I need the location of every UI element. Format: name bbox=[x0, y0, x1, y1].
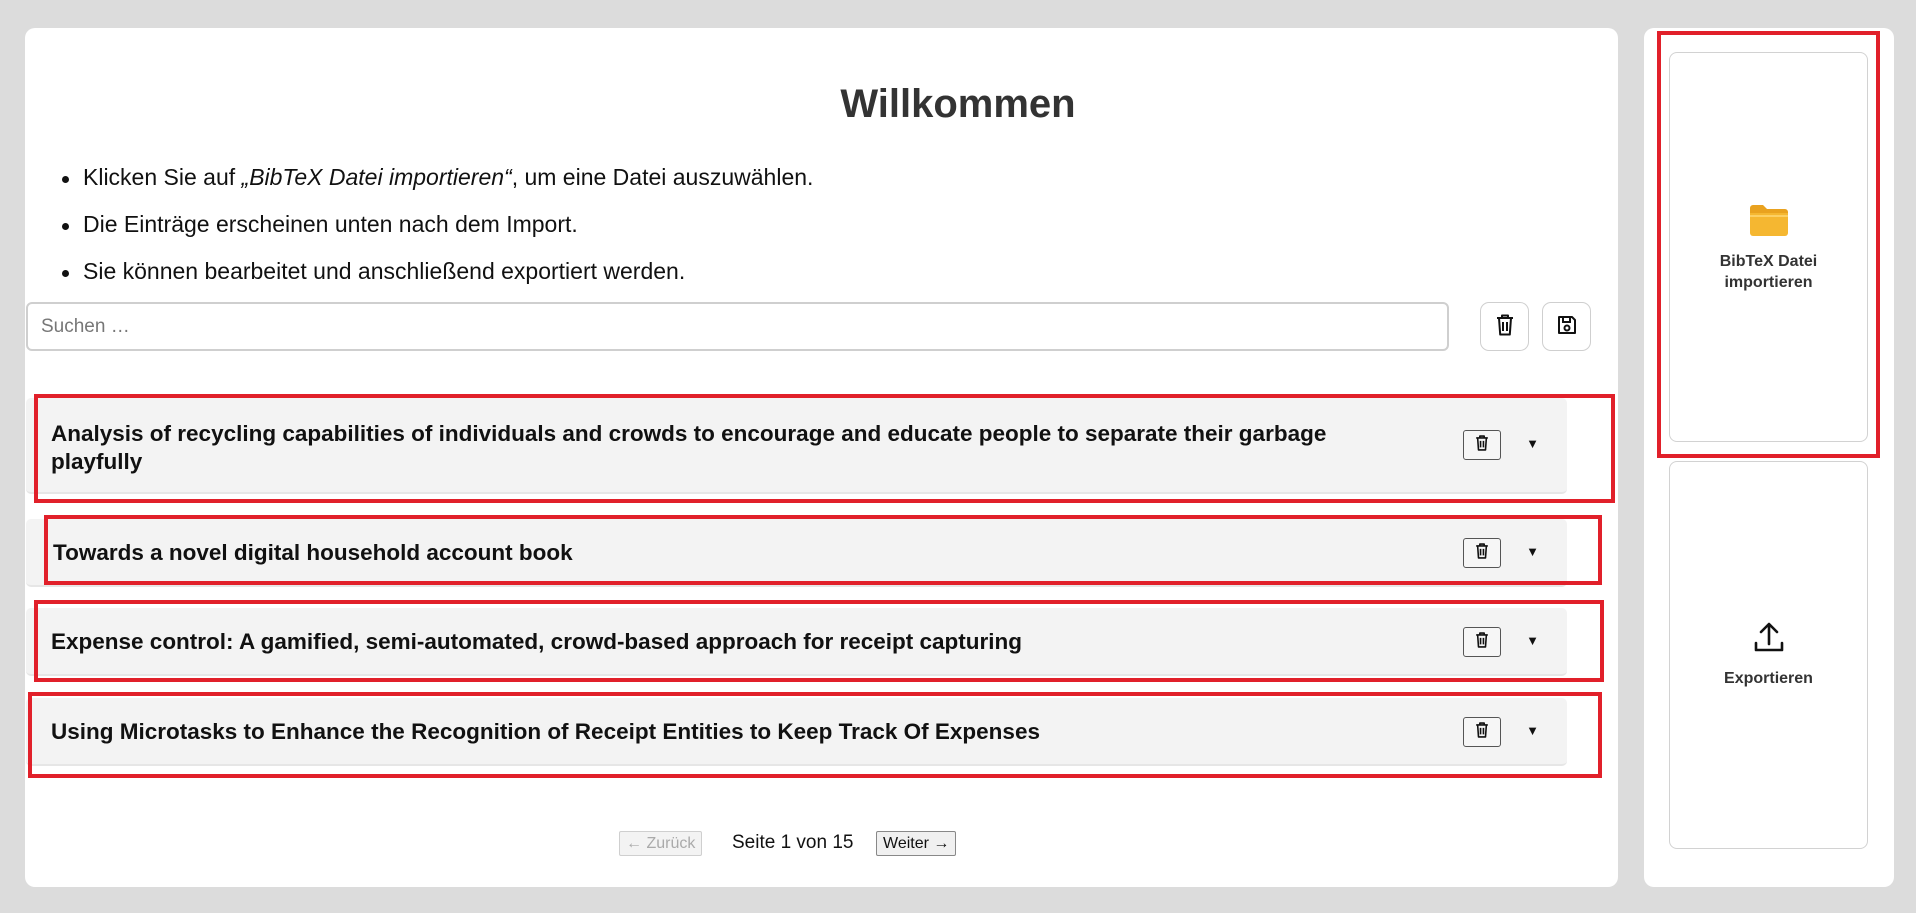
trash-icon bbox=[1474, 721, 1490, 744]
entry-delete-button[interactable] bbox=[1463, 627, 1501, 657]
page-info: Seite 1 von 15 bbox=[732, 832, 854, 853]
trash-icon bbox=[1494, 313, 1516, 340]
entry-item[interactable]: Analysis of recycling capabilities of in… bbox=[26, 398, 1567, 494]
expand-caret-icon[interactable]: ▼ bbox=[1526, 544, 1539, 559]
floppy-disk-icon bbox=[1556, 314, 1578, 339]
entry-title: Using Microtasks to Enhance the Recognit… bbox=[51, 719, 1040, 744]
instruction-item: Die Einträge erscheinen unten nach dem I… bbox=[57, 211, 813, 238]
export-button[interactable]: Exportieren bbox=[1669, 461, 1868, 849]
trash-icon bbox=[1474, 434, 1490, 457]
entry-delete-button[interactable] bbox=[1463, 717, 1501, 747]
instruction-item: Sie können bearbeitet und anschließend e… bbox=[57, 258, 813, 285]
entry-title: Towards a novel digital household accoun… bbox=[53, 540, 573, 565]
delete-all-button[interactable] bbox=[1480, 302, 1529, 351]
instruction-list: Klicken Sie auf „BibTeX Datei importiere… bbox=[57, 164, 813, 305]
entry-item[interactable]: Expense control: A gamified, semi-automa… bbox=[26, 608, 1567, 676]
entry-title: Analysis of recycling capabilities of in… bbox=[51, 421, 1327, 474]
entry-delete-button[interactable] bbox=[1463, 538, 1501, 568]
search-input[interactable] bbox=[26, 302, 1449, 351]
expand-caret-icon[interactable]: ▼ bbox=[1526, 633, 1539, 648]
entry-title: Expense control: A gamified, semi-automa… bbox=[51, 629, 1023, 654]
import-label: BibTeX Datei importieren bbox=[1719, 252, 1818, 291]
expand-caret-icon[interactable]: ▼ bbox=[1526, 723, 1539, 738]
import-bibtex-button[interactable]: BibTeX Datei importieren bbox=[1669, 52, 1868, 442]
folder-icon bbox=[1748, 202, 1790, 243]
next-page-button[interactable]: Weiter → bbox=[876, 831, 957, 856]
upload-icon bbox=[1752, 621, 1786, 660]
entry-delete-button[interactable] bbox=[1463, 430, 1501, 460]
pagination: ← Zurück Seite 1 von 15 Weiter → bbox=[0, 831, 1916, 861]
save-button[interactable] bbox=[1542, 302, 1591, 351]
export-label: Exportieren bbox=[1724, 670, 1813, 687]
entry-item[interactable]: Towards a novel digital household accoun… bbox=[26, 519, 1567, 587]
trash-icon bbox=[1474, 542, 1490, 565]
entry-item[interactable]: Using Microtasks to Enhance the Recognit… bbox=[26, 698, 1567, 766]
expand-caret-icon[interactable]: ▼ bbox=[1526, 436, 1539, 451]
instruction-item: Klicken Sie auf „BibTeX Datei importiere… bbox=[57, 164, 813, 191]
trash-icon bbox=[1474, 631, 1490, 654]
prev-page-button[interactable]: ← Zurück bbox=[619, 831, 703, 856]
page-title: Willkommen bbox=[840, 82, 1076, 126]
